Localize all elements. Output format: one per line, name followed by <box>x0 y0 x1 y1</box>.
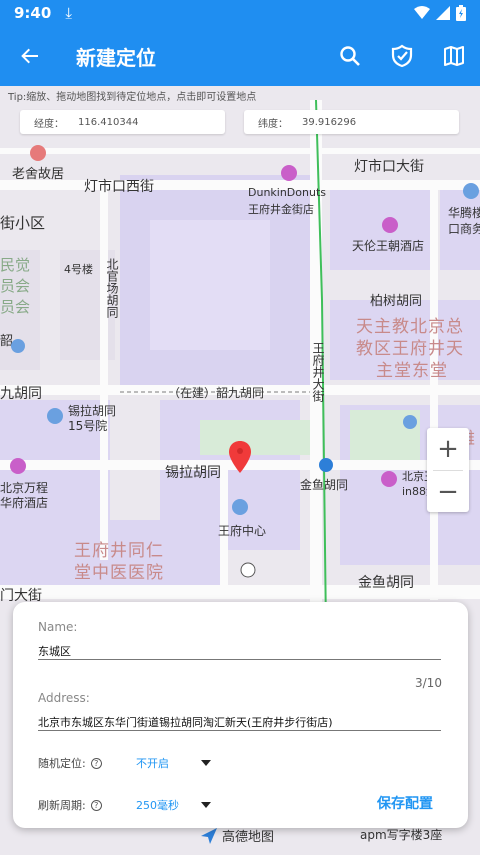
name-underline <box>38 659 441 660</box>
zoom-control: + − <box>427 428 469 512</box>
dropdown-caret-icon <box>201 760 211 766</box>
poi-church <box>403 415 417 429</box>
page-title: 新建定位 <box>76 45 156 70</box>
poi-xila15 <box>47 408 63 424</box>
zoom-out-button[interactable]: − <box>427 471 469 513</box>
random-location-select[interactable]: 不开启 <box>136 755 211 771</box>
download-icon: ⤓ <box>65 4 72 22</box>
refresh-period-select[interactable]: 250毫秒 <box>136 797 211 813</box>
poi-wfj-center <box>232 499 248 515</box>
status-bar: 9:40 ⤓ <box>0 0 480 26</box>
dropdown-caret-icon <box>201 802 211 808</box>
address-label: Address: <box>38 691 90 705</box>
poi-beijing-hotel <box>10 458 26 474</box>
location-pin-icon <box>229 441 251 473</box>
name-label: Name: <box>38 620 78 634</box>
map-label-apm: apm写字楼3座 <box>360 828 443 842</box>
name-input[interactable]: 东城区 <box>38 643 71 659</box>
status-time: 9:40 <box>14 4 52 22</box>
minus-icon: − <box>437 477 459 507</box>
arrow-back-icon <box>21 48 38 64</box>
poi-tianlun <box>382 217 398 233</box>
search-icon <box>340 46 360 66</box>
address-underline <box>38 730 441 731</box>
map-brand-label: 高德地图 <box>222 830 275 845</box>
poi-laoshe <box>30 145 46 161</box>
poi-in88 <box>381 471 397 487</box>
save-button[interactable]: 保存配置 <box>377 793 433 813</box>
app-bar: 新建定位 <box>0 26 480 86</box>
battery-icon <box>456 5 466 21</box>
random-location-label: 随机定位: <box>38 757 86 770</box>
refresh-period-row: 刷新周期: ? <box>38 797 102 813</box>
poi-building <box>11 339 25 353</box>
map-button[interactable] <box>428 26 480 86</box>
refresh-period-label: 刷新周期: <box>38 799 86 812</box>
poi-metro <box>319 458 333 472</box>
back-button[interactable] <box>0 26 60 86</box>
map-brand: 高德地图 <box>200 826 274 845</box>
poi-c <box>240 562 256 578</box>
poi-huateng <box>463 183 479 199</box>
plus-icon: + <box>437 434 459 464</box>
verify-button[interactable] <box>376 26 428 86</box>
poi-dunkin <box>281 165 297 181</box>
shield-check-icon <box>391 44 413 68</box>
amap-logo-icon <box>201 827 217 844</box>
help-icon[interactable]: ? <box>90 799 102 811</box>
search-button[interactable] <box>324 26 376 86</box>
signal-icon <box>436 6 450 20</box>
address-input[interactable]: 北京市东城区东华门街道锡拉胡同淘汇新天(王府井步行街店) <box>38 714 333 730</box>
random-location-row: 随机定位: ? <box>38 755 102 771</box>
map-icon <box>444 46 464 66</box>
zoom-in-button[interactable]: + <box>427 428 469 470</box>
random-location-value: 不开启 <box>136 757 169 770</box>
name-counter: 3/10 <box>415 676 442 690</box>
refresh-period-value: 250毫秒 <box>136 799 179 812</box>
location-form-card: Name: 东城区 3/10 Address: 北京市东城区东华门街道锡拉胡同淘… <box>13 602 468 828</box>
help-icon[interactable]: ? <box>90 757 102 769</box>
wifi-icon <box>414 6 430 19</box>
